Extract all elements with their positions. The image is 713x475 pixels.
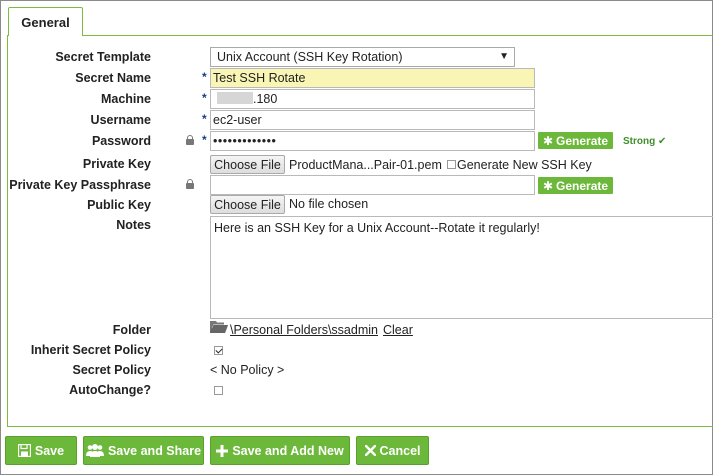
private-key-passphrase-input[interactable]: [210, 175, 535, 195]
secret-template-value: Unix Account (SSH Key Rotation): [217, 50, 403, 64]
notes-textarea[interactable]: Here is an SSH Key for a Unix Account--R…: [210, 216, 713, 319]
redacted-block: [217, 92, 253, 104]
username-input[interactable]: ec2-user: [210, 110, 535, 130]
folder-path-link[interactable]: \Personal Folders\ssadmin: [230, 323, 378, 337]
folder-clear-link[interactable]: Clear: [383, 323, 413, 337]
required-marker: *: [202, 112, 207, 126]
generate-new-ssh-key-label: Generate New SSH Key: [457, 158, 592, 172]
public-key-file-name: No file chosen: [289, 197, 369, 211]
password-input[interactable]: •••••••••••••: [210, 131, 535, 151]
required-marker: *: [202, 70, 207, 84]
generate-passphrase-button[interactable]: ✱ Generate: [538, 177, 613, 194]
folder-open-icon[interactable]: [210, 321, 228, 333]
lock-icon: [186, 135, 194, 145]
notes-label: Notes: [116, 218, 151, 232]
private-key-file-name: ProductMana...Pair-01.pem: [289, 158, 442, 172]
save-and-share-button[interactable]: Save and Share: [83, 436, 204, 465]
public-key-label: Public Key: [87, 198, 151, 212]
save-icon: [17, 444, 31, 457]
password-label: Password: [91, 134, 151, 148]
save-and-add-new-button[interactable]: Save and Add New: [210, 436, 350, 465]
required-marker: *: [202, 91, 207, 105]
secret-policy-value: < No Policy >: [210, 363, 285, 377]
private-key-label: Private Key: [82, 157, 151, 171]
cancel-button[interactable]: Cancel: [356, 436, 429, 465]
save-button[interactable]: Save: [5, 436, 77, 465]
generate-label: Generate: [556, 178, 609, 193]
private-key-passphrase-label: Private Key Passphrase: [9, 178, 151, 192]
secret-template-label: Secret Template: [55, 50, 151, 64]
public-key-choose-file-button[interactable]: Choose File: [210, 195, 285, 214]
check-icon: ✔: [658, 136, 667, 147]
machine-input[interactable]: .180: [210, 89, 535, 109]
generate-password-button[interactable]: ✱ Generate: [538, 132, 613, 149]
asterisk-icon: ✱: [542, 133, 554, 148]
plus-icon: [216, 444, 229, 457]
cancel-label: Cancel: [379, 443, 421, 458]
lock-icon: [186, 179, 194, 189]
inherit-secret-policy-checkbox[interactable]: [214, 346, 223, 355]
machine-value: .180: [253, 92, 278, 106]
machine-label: Machine: [100, 92, 151, 106]
private-key-choose-file-button[interactable]: Choose File: [210, 155, 285, 174]
required-marker: *: [202, 133, 207, 147]
secret-template-select[interactable]: Unix Account (SSH Key Rotation) ▼: [210, 47, 515, 67]
secret-name-label: Secret Name: [75, 71, 151, 85]
secret-policy-label: Secret Policy: [72, 363, 151, 377]
chevron-down-icon: ▼: [499, 51, 509, 62]
save-label: Save: [34, 443, 65, 458]
autochange-checkbox[interactable]: [214, 386, 223, 395]
secret-name-input[interactable]: Test SSH Rotate: [210, 68, 535, 88]
tab-general[interactable]: General: [8, 7, 83, 36]
save-and-share-label: Save and Share: [107, 443, 202, 458]
generate-new-ssh-key-checkbox[interactable]: [447, 160, 456, 169]
users-icon: [85, 444, 104, 457]
autochange-label: AutoChange?: [69, 383, 151, 397]
password-strength: Strong ✔: [623, 136, 667, 147]
username-label: Username: [90, 113, 151, 127]
folder-label: Folder: [112, 323, 151, 337]
inherit-secret-policy-label: Inherit Secret Policy: [30, 343, 151, 357]
generate-label: Generate: [556, 133, 609, 148]
x-icon: [364, 445, 376, 456]
asterisk-icon: ✱: [542, 178, 554, 193]
save-and-add-new-label: Save and Add New: [232, 443, 344, 458]
